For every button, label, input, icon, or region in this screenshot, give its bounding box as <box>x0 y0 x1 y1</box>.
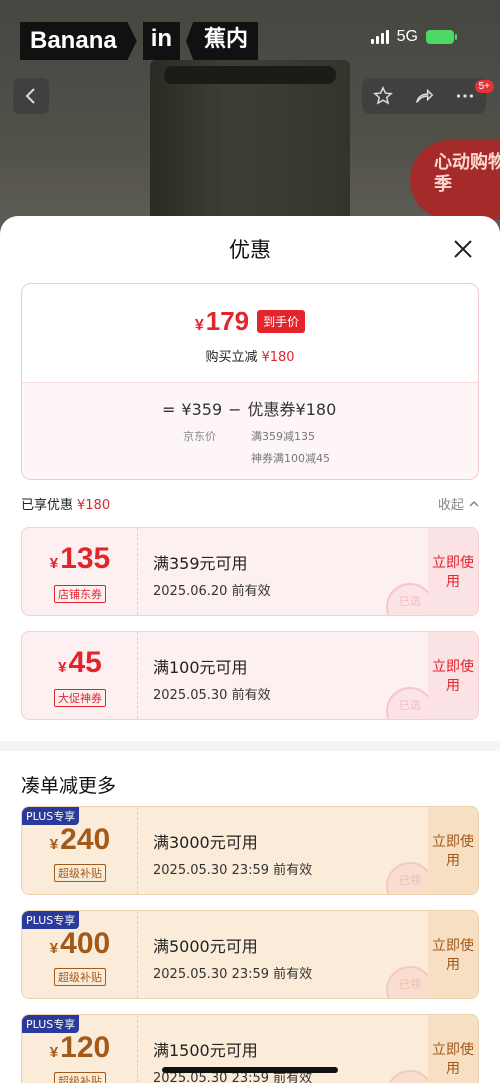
coupon-amount: ¥45 <box>58 646 102 679</box>
final-price-tag: 到手价 <box>257 310 306 333</box>
use-now-button[interactable]: 立即使用 <box>428 528 478 615</box>
coupon-detail: 满359减135 神券满100减45 <box>251 430 330 465</box>
coupon-condition: 满3000元可用 <box>153 833 258 852</box>
coupon-expiry: 2025.05.30 23:59 前有效 <box>153 863 313 878</box>
coupon-card[interactable]: PLUS专享 ¥240 超级补贴 满3000元可用 2025.05.30 23:… <box>21 806 479 895</box>
received-stamp: 已领 <box>386 862 434 894</box>
network-label: 5G <box>396 28 418 45</box>
coupon-amount: ¥120 <box>49 1031 111 1064</box>
coupon-condition: 满100元可用 <box>153 658 248 677</box>
close-icon[interactable] <box>450 236 476 262</box>
back-button[interactable] <box>13 78 49 114</box>
chevron-left-icon <box>25 88 35 104</box>
coupon-condition: 满1500元可用 <box>153 1041 258 1060</box>
more-section-title: 凑单减更多 <box>21 775 117 797</box>
coupon-amount: ¥240 <box>49 823 111 856</box>
use-now-button[interactable]: 立即使用 <box>428 807 478 894</box>
received-stamp: 已领 <box>386 1070 434 1083</box>
battery-icon <box>426 30 457 44</box>
section-divider <box>0 741 500 751</box>
final-price-row: ¥179 到手价 <box>22 306 478 337</box>
use-now-button[interactable]: 立即使用 <box>428 632 478 719</box>
received-stamp: 已领 <box>386 966 434 998</box>
use-now-button[interactable]: 立即使用 <box>428 911 478 998</box>
coupon-condition: 满359元可用 <box>153 554 248 573</box>
jd-price-label: 京东价 <box>183 430 216 443</box>
coupon-expiry: 2025.05.30 前有效 <box>153 688 271 703</box>
use-now-button[interactable]: 立即使用 <box>428 1015 478 1083</box>
final-price: ¥179 <box>194 306 250 336</box>
coupon-amount: ¥135 <box>49 542 111 575</box>
enjoyed-discount: 已享优惠 ¥180 <box>21 498 111 513</box>
collapse-toggle[interactable]: 收起 <box>438 494 480 513</box>
coupon-kind: 店铺东券 <box>54 585 106 603</box>
share-icon[interactable] <box>413 85 435 107</box>
coupon-kind: 超级补贴 <box>54 1072 106 1083</box>
reduce-row: 购买立减 ¥180 <box>205 350 295 365</box>
sheet-title: 优惠 <box>229 238 271 262</box>
chevron-up-icon <box>469 500 479 507</box>
coupon-kind: 大促神券 <box>54 689 106 707</box>
brand-logo: Banana in 蕉内 <box>20 22 259 60</box>
home-indicator[interactable] <box>162 1067 338 1073</box>
coupon-kind: 超级补贴 <box>54 864 106 882</box>
coupon-amount: ¥400 <box>49 927 111 960</box>
promo-float-badge[interactable]: 心动购物季 <box>410 140 500 220</box>
coupon-expiry: 2025.06.20 前有效 <box>153 584 271 599</box>
top-action-bar <box>362 78 486 114</box>
price-calculation: = ¥359− 优惠券¥180 <box>162 400 337 419</box>
coupon-condition: 满5000元可用 <box>153 937 258 956</box>
coupon-kind: 超级补贴 <box>54 968 106 986</box>
coupon-card[interactable]: ¥135 店铺东券 满359元可用 2025.06.20 前有效 已选 立即使用 <box>21 527 479 616</box>
notification-badge: 5+ <box>474 80 494 93</box>
signal-icon <box>370 30 389 44</box>
selected-stamp: 已选 <box>386 687 434 719</box>
star-icon[interactable] <box>372 85 394 107</box>
price-summary-card: ¥179 到手价 购买立减 ¥180 = ¥359− 优惠券¥180 京东价 满359… <box>21 283 479 480</box>
more-icon[interactable] <box>454 85 476 107</box>
coupon-expiry: 2025.05.30 23:59 前有效 <box>153 967 313 982</box>
product-header-background: Banana in 蕉内 5G 5+ 心动购物季 <box>0 0 500 240</box>
selected-stamp: 已选 <box>386 583 434 615</box>
discount-sheet: 优惠 ¥179 到手价 购买立减 ¥180 = ¥359− 优惠券¥180 京东价 满… <box>0 216 500 1083</box>
coupon-card[interactable]: PLUS专享 ¥400 超级补贴 满5000元可用 2025.05.30 23:… <box>21 910 479 999</box>
status-bar: 5G <box>370 28 457 46</box>
coupon-card[interactable]: ¥45 大促神券 满100元可用 2025.05.30 前有效 已选 立即使用 <box>21 631 479 720</box>
